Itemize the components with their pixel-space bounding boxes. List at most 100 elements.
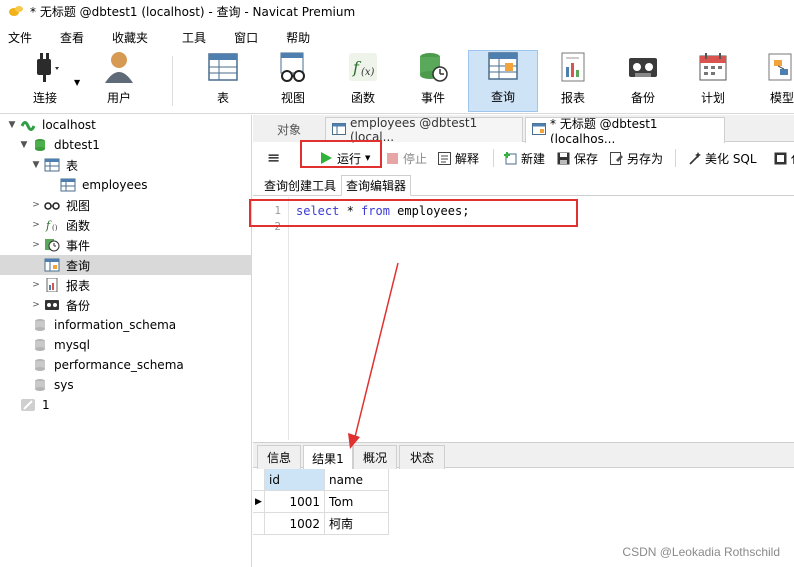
svg-text:(x): (x) [361,67,375,78]
tree-reports[interactable]: > 报表 [0,275,252,295]
tree-label: 1 [42,398,50,412]
tree-connection-1[interactable]: 1 [0,395,252,415]
view-button[interactable]: 视图 [268,50,318,112]
tab-untitled-query[interactable]: * 无标题 @dbtest1 (localhos... [525,117,725,146]
current-row-arrow-icon[interactable]: ▶ [253,491,265,513]
backup-icon [44,298,60,312]
backup-button[interactable]: 备份 [618,50,668,112]
schedule-button[interactable]: 计划 [688,50,738,112]
tree-backups[interactable]: > 备份 [0,295,252,315]
truncated-toolbar-button[interactable]: 代 [773,148,794,168]
menu-window[interactable]: 窗口 [226,29,258,46]
model-button[interactable]: 模型 [758,50,794,112]
tree-label: localhost [42,118,96,132]
function-label: 函数 [350,91,375,105]
svg-text:f: f [45,219,52,232]
row-indicator[interactable] [253,513,265,535]
view-label: 视图 [280,91,305,105]
tree-table-employees[interactable]: employees [0,175,252,195]
column-header-id[interactable]: id [265,469,325,491]
menu-view[interactable]: 查看 [52,29,84,46]
line-number-gutter: 1 2 [253,197,289,440]
function-button[interactable]: f (x) 函数 [338,50,388,112]
table-cell-name[interactable]: Tom [325,491,389,513]
menu-help[interactable]: 帮助 [278,29,310,46]
table-icon [205,50,241,83]
tree-events[interactable]: > 事件 [0,235,252,255]
magic-wand-icon [687,151,701,165]
collapse-chevron-icon[interactable]: ▼ [6,120,18,130]
new-label: 新建 [521,151,546,166]
table-cell-id[interactable]: 1002 [265,513,325,535]
stop-icon [385,151,399,165]
tab-label: 对象 [276,123,301,137]
expand-chevron-icon[interactable]: > [30,220,42,230]
tree-label: 查询 [66,258,91,273]
tree-label: mysql [54,338,90,352]
tree-database-performance-schema[interactable]: performance_schema [0,355,252,375]
table-cell-id[interactable]: 1001 [265,491,325,513]
expand-chevron-icon[interactable]: > [30,200,42,210]
collapse-chevron-icon[interactable]: ▼ [30,160,42,170]
svg-text:(): () [52,224,58,232]
tree-label: 视图 [66,198,91,213]
new-query-button[interactable]: 新建 [503,148,545,168]
tree-tables-group[interactable]: ▼ 表 [0,155,252,175]
menu-tools[interactable]: 工具 [174,29,206,46]
query-icon [44,258,60,272]
table-button[interactable]: 表 [198,50,248,112]
sql-editor[interactable]: 1 2 select * from employees; [253,197,794,440]
tree-database-sys[interactable]: sys [0,375,252,395]
query-button[interactable]: 查询 [468,50,538,112]
database-icon [32,338,48,352]
user-label: 用户 [106,91,131,105]
cell-value: 1001 [289,494,320,509]
tree-database-mysql[interactable]: mysql [0,335,252,355]
calendar-icon [695,50,731,83]
report-button[interactable]: 报表 [548,50,598,112]
tab-query-editor[interactable]: 查询编辑器 [341,175,412,196]
tree-views[interactable]: > 视图 [0,195,252,215]
annotation-arrow-icon [348,262,399,449]
document-tabs: 对象 employees @dbtest1 (local... * 无标题 @d… [253,115,794,146]
save-icon [556,151,570,165]
collapse-chevron-icon[interactable]: ▼ [18,140,30,150]
subtab-label: 查询创建工具 [264,179,337,193]
menu-file[interactable]: 文件 [0,29,32,46]
model-icon [764,50,794,83]
tab-info[interactable]: 信息 [257,445,301,469]
expand-chevron-icon[interactable]: > [30,240,42,250]
tab-objects[interactable]: 对象 [253,117,325,142]
tree-connection-localhost[interactable]: ▼ localhost [0,115,252,135]
tree-functions[interactable]: > f() 函数 [0,215,252,235]
tree-queries[interactable]: 查询 [0,255,252,275]
hamburger-menu-button[interactable]: ≡ [267,148,280,168]
expand-chevron-icon[interactable]: > [30,280,42,290]
user-button[interactable]: 用户 [92,50,146,112]
editor-mode-tabs: 查询创建工具 查询编辑器 [253,174,794,196]
tree-database-dbtest1[interactable]: ▼ dbtest1 [0,135,252,155]
event-label: 事件 [420,91,445,105]
explain-button[interactable]: 解释 [437,148,479,168]
menu-favorites[interactable]: 收藏夹 [104,29,148,46]
schedule-label: 计划 [700,91,725,105]
connect-button[interactable]: 连接 [20,50,70,112]
tab-query-builder[interactable]: 查询创建工具 [259,175,341,196]
beautify-sql-button[interactable]: 美化 SQL [687,148,757,168]
event-button[interactable]: 事件 [408,50,458,112]
save-as-button[interactable]: 另存为 [609,148,663,168]
result-tab-label: 信息 [266,451,291,465]
tree-database-information-schema[interactable]: information_schema [0,315,252,335]
table-cell-name[interactable]: 柯南 [325,513,389,535]
save-button[interactable]: 保存 [556,148,598,168]
tab-employees-table[interactable]: employees @dbtest1 (local... [325,116,523,144]
connect-dropdown-arrow-icon[interactable]: ▼ [74,78,80,87]
tab-label: * 无标题 @dbtest1 (localhos... [550,117,658,146]
column-header-name[interactable]: name [325,469,389,491]
stop-button[interactable]: 停止 [385,148,427,168]
expand-chevron-icon[interactable]: > [30,300,42,310]
table-icon [60,178,76,192]
ribbon-divider [172,56,173,106]
tree-label: performance_schema [54,358,184,372]
glasses-icon [44,198,60,212]
